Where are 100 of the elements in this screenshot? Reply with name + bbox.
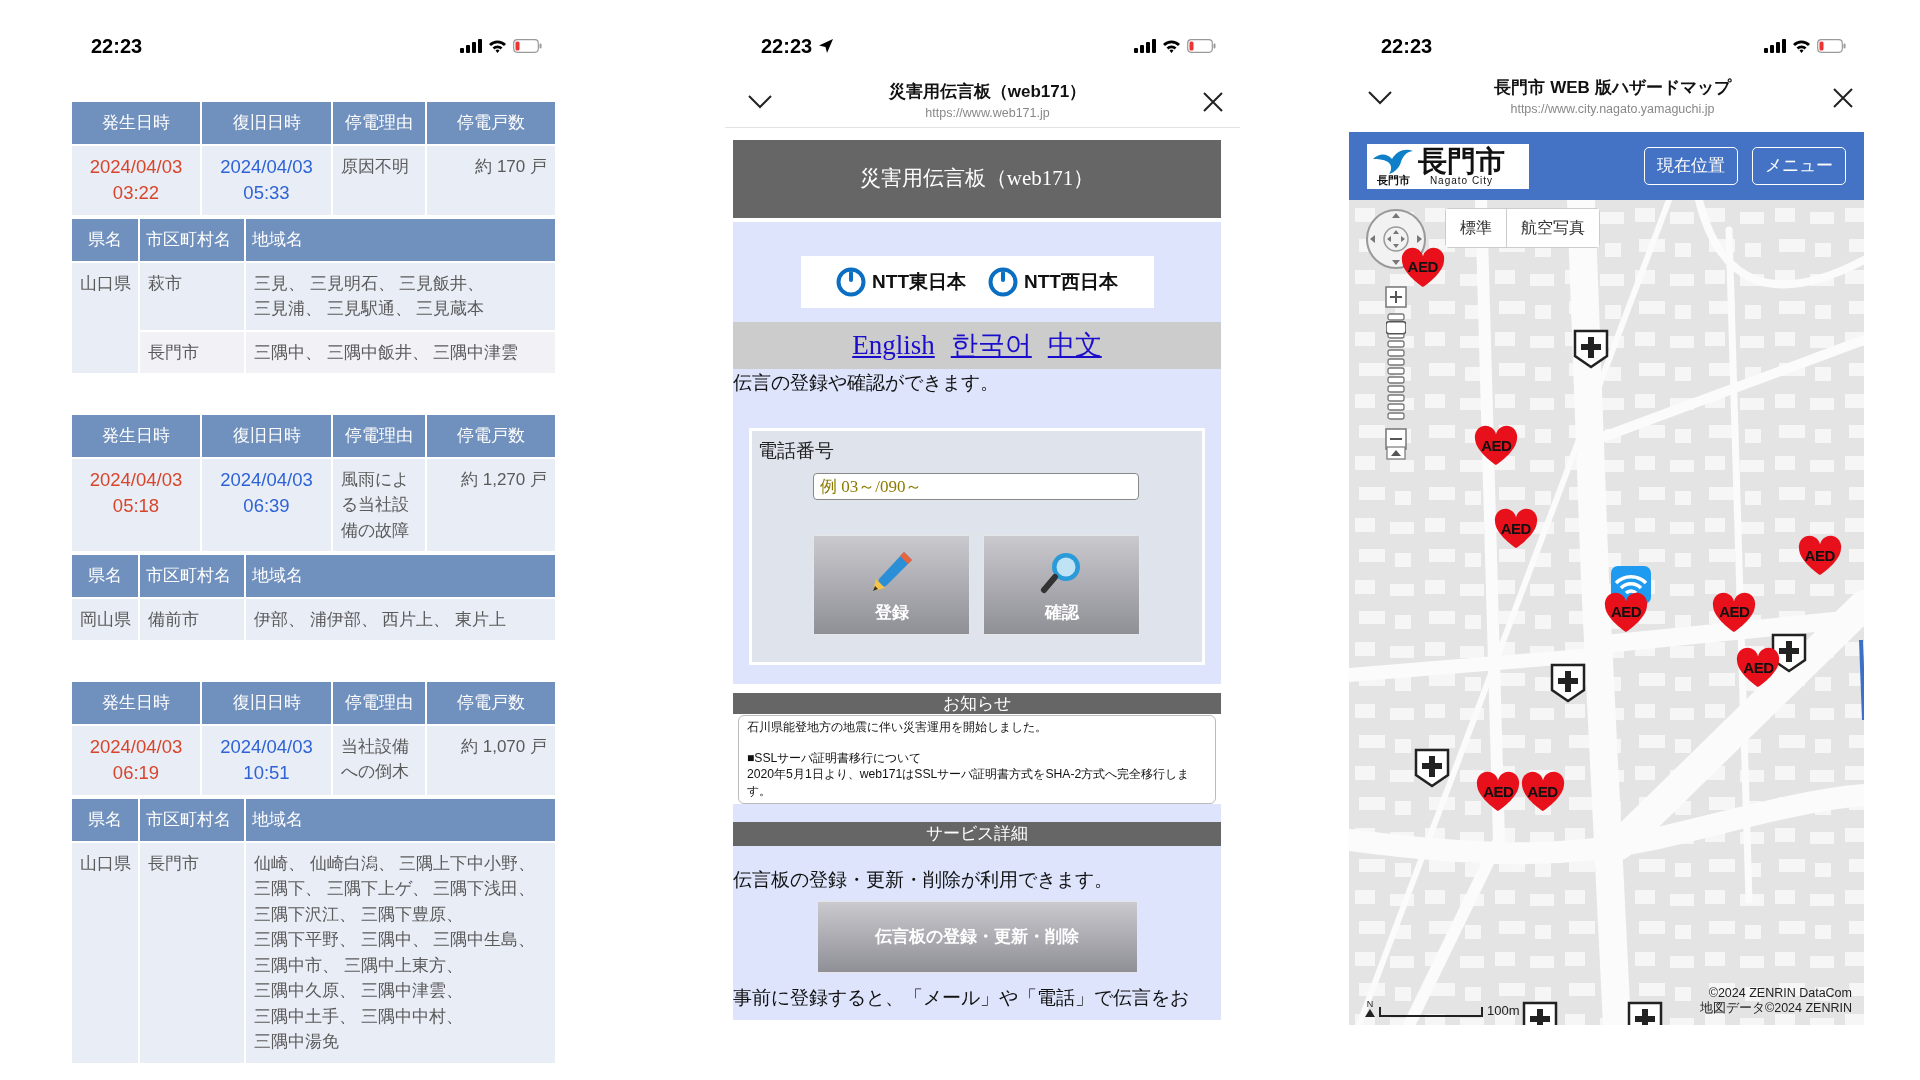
language-link[interactable]: English: [852, 325, 935, 366]
aed-label: AED: [1500, 518, 1531, 539]
table-header: 発生日時: [71, 101, 201, 145]
aed-label: AED: [1743, 657, 1774, 678]
company-name: NTT東日本: [872, 269, 966, 294]
close-icon[interactable]: [1202, 89, 1224, 113]
table-header: 県名: [71, 218, 139, 262]
wifi-icon: [1792, 39, 1811, 53]
status-time: 22:23: [91, 34, 143, 59]
header-button[interactable]: 現在位置: [1644, 146, 1738, 186]
zoom-in-icon[interactable]: [1385, 286, 1407, 308]
aed-label: AED: [1481, 435, 1512, 456]
reason-cell: 原因不明: [332, 144, 426, 217]
battery-icon: [1817, 39, 1846, 53]
signal-icon: [460, 39, 482, 53]
logo-subtitle: Nagato City: [1429, 175, 1494, 186]
occurred-cell: 2024/04/03 06:19: [71, 724, 201, 797]
table-header: 地域名: [245, 798, 556, 842]
map-type-tab[interactable]: 航空写真: [1506, 209, 1599, 247]
page-title: 長門市 WEB 版ハザードマップ: [1494, 76, 1731, 99]
language-link[interactable]: 中文: [1047, 325, 1102, 366]
page-title: 災害用伝言板（web171）: [888, 80, 1087, 103]
table-header: 県名: [71, 798, 139, 842]
status-time: 22:23: [761, 34, 813, 59]
table-header: 停電戸数: [426, 414, 556, 458]
details-text: 伝言板の登録・更新・削除が利用できます。: [733, 868, 1114, 893]
ring-logo-icon: [836, 267, 867, 297]
city-cell: 備前市: [139, 597, 245, 642]
header-button[interactable]: メニュー: [1752, 146, 1846, 186]
field-label: 電話番号: [757, 438, 835, 463]
city-cell: 長門市: [139, 841, 245, 1064]
aed-label: AED: [1610, 602, 1642, 623]
areas-cell: 伊部、 浦伊部、 西片上、 東片上: [245, 597, 556, 642]
city-cell: 萩市: [139, 261, 245, 331]
table-header: 停電理由: [332, 681, 426, 725]
heart-icon: [1492, 508, 1539, 551]
section-heading: サービス詳細: [733, 822, 1221, 847]
table-header: 停電理由: [332, 101, 426, 145]
battery-icon: [513, 39, 542, 53]
heart-icon: [1603, 591, 1650, 634]
shield-cross-icon: [1414, 747, 1451, 788]
households-cell: 約 1,270 戸: [426, 457, 556, 553]
signal-icon: [1764, 39, 1786, 53]
copyright-text: 地図データ©2024 ZENRIN: [1699, 1001, 1852, 1017]
notice-text: 石川県能登地方の地震に伴い災害運用を開始しました。: [747, 718, 1048, 735]
aed-label: AED: [1719, 602, 1750, 623]
notice-text: ■SSLサーバ証明書移行について: [747, 749, 923, 767]
logo-small-text: 長門市: [1376, 174, 1410, 186]
occurred-cell: 2024/04/03 03:22: [71, 144, 201, 217]
prefecture-cell: 山口県: [71, 261, 139, 375]
wifi-icon: [488, 39, 507, 53]
wifi-icon: [1162, 39, 1181, 53]
north-arrow-icon: [1365, 1009, 1375, 1017]
close-icon[interactable]: [1832, 85, 1854, 109]
heart-icon: [1399, 246, 1446, 289]
language-link[interactable]: 한국어: [950, 325, 1032, 366]
logo-text: 長門市: [1418, 146, 1505, 176]
table-header: 復旧日時: [201, 414, 332, 458]
scale-label: 100m: [1487, 1004, 1520, 1017]
aed-label: AED: [1483, 782, 1514, 803]
notice-text: 2020年5月1日より、web171はSSLサーバ証明書方式をSHA-2方式へ完全移行します。: [747, 766, 1191, 800]
aed-label: AED: [1407, 257, 1438, 278]
zoom-thumb[interactable]: [1386, 320, 1406, 335]
restored-cell: 2024/04/03 10:51: [201, 724, 332, 797]
table-header: 市区町村名: [139, 554, 245, 598]
prefecture-cell: 山口県: [71, 841, 139, 1064]
table-header: 地域名: [245, 218, 556, 262]
table-header: 停電理由: [332, 414, 426, 458]
occurred-cell: 2024/04/03 05:18: [71, 457, 201, 553]
battery-icon: [1187, 39, 1216, 53]
heart-icon: [1519, 771, 1566, 814]
page-url: https://www.web171.jp: [925, 105, 1050, 123]
ring-logo-icon: [988, 267, 1018, 297]
heart-icon: [1473, 424, 1520, 467]
table-header: 復旧日時: [201, 681, 332, 725]
heart-icon: [1711, 591, 1758, 634]
heart-icon: [1735, 646, 1782, 689]
table-header: 市区町村名: [139, 798, 245, 842]
table-header: 市区町村名: [139, 218, 245, 262]
city-cell: 長門市: [139, 330, 245, 375]
reason-cell: 当社設備への倒木: [332, 724, 426, 797]
intro-text: 伝言の登録や確認ができます。: [733, 371, 1000, 395]
table-header: 県名: [71, 554, 139, 598]
aed-label: AED: [1527, 782, 1558, 803]
status-time: 22:23: [1381, 34, 1433, 59]
heart-icon: [1475, 771, 1522, 814]
restored-cell: 2024/04/03 05:33: [201, 144, 332, 217]
page-url: https://www.city.nagato.yamaguchi.jp: [1510, 101, 1715, 119]
phone-input[interactable]: 例 03～/090～: [813, 473, 1139, 500]
company-name: NTT西日本: [1024, 269, 1118, 294]
info-text: 事前に登録すると、「メール」や「電話」で伝言をお: [733, 986, 1190, 1010]
table-header: 発生日時: [71, 414, 201, 458]
households-cell: 約 1,070 戸: [426, 724, 556, 797]
north-label: N: [1366, 1000, 1374, 1009]
zoom-out-icon[interactable]: [1385, 428, 1407, 450]
table-header: 地域名: [245, 554, 556, 598]
heart-icon: [1796, 535, 1843, 578]
aed-label: AED: [1804, 546, 1835, 567]
restored-cell: 2024/04/03 06:39: [201, 457, 332, 553]
table-header: 停電戸数: [426, 101, 556, 145]
